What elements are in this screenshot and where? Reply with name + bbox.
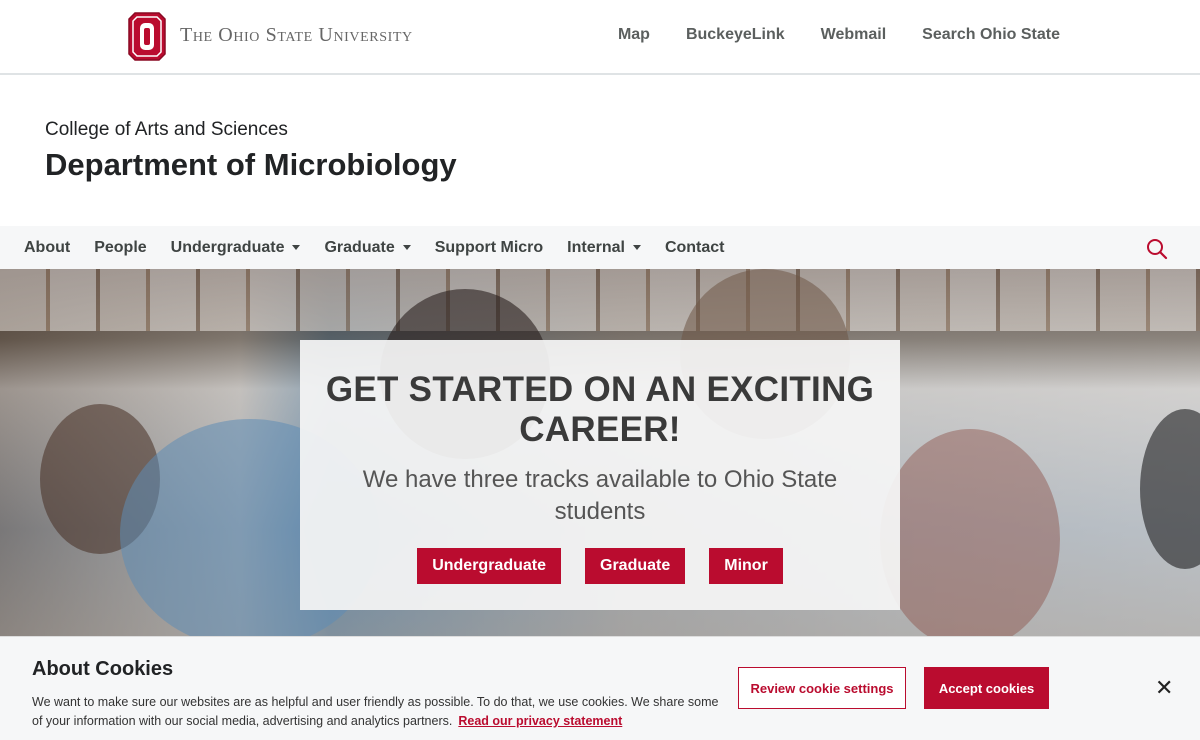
nav-item-label: Undergraduate xyxy=(170,238,285,256)
osu-global-header: The Ohio State University Map BuckeyeLin… xyxy=(0,0,1200,75)
search-ohio-state-link[interactable]: Search Ohio State xyxy=(922,26,1060,44)
hero-card: GET STARTED ON AN EXCITING CAREER! We ha… xyxy=(300,340,900,610)
cookie-description: We want to make sure our websites are as… xyxy=(32,693,732,731)
nav-item-graduate[interactable]: Graduate xyxy=(324,238,411,257)
hero-background-photo xyxy=(0,269,1200,331)
nav-item-label: Internal xyxy=(567,238,625,256)
nav-item-support-micro[interactable]: Support Micro xyxy=(435,239,543,257)
review-cookie-settings-button[interactable]: Review cookie settings xyxy=(738,667,906,709)
nav-item-contact[interactable]: Contact xyxy=(665,239,725,257)
osu-wordmark[interactable]: The Ohio State University xyxy=(180,24,413,47)
graduate-button[interactable]: Graduate xyxy=(585,548,686,584)
nav-item-label: People xyxy=(94,238,147,256)
hero-photo-figure xyxy=(1140,409,1200,569)
hero-title: GET STARTED ON AN EXCITING CAREER! xyxy=(325,370,875,449)
webmail-link[interactable]: Webmail xyxy=(821,26,887,44)
minor-button[interactable]: Minor xyxy=(709,548,783,584)
hero-button-group: Undergraduate Graduate Minor xyxy=(300,548,900,584)
main-navigation: About People Undergraduate Graduate Supp… xyxy=(0,226,1200,269)
college-name[interactable]: College of Arts and Sciences xyxy=(45,119,288,141)
hero-photo-figure xyxy=(880,429,1060,636)
nav-item-undergraduate[interactable]: Undergraduate xyxy=(171,239,301,257)
nav-item-label: About xyxy=(24,238,71,256)
nav-item-label: Graduate xyxy=(324,238,395,256)
search-icon[interactable] xyxy=(1146,238,1168,260)
hero-banner: GET STARTED ON AN EXCITING CAREER! We ha… xyxy=(0,269,1200,636)
nav-item-label: Support Micro xyxy=(434,238,544,256)
chevron-down-icon xyxy=(632,245,641,250)
cookie-title: About Cookies xyxy=(32,658,174,680)
buckeyelink-link[interactable]: BuckeyeLink xyxy=(686,26,785,44)
hero-subtitle: We have three tracks available to Ohio S… xyxy=(362,466,838,525)
nav-item-label: Contact xyxy=(664,238,725,256)
chevron-down-icon xyxy=(292,245,301,250)
site-header: College of Arts and Sciences Department … xyxy=(0,77,1200,225)
undergraduate-button[interactable]: Undergraduate xyxy=(417,548,561,584)
osu-utility-nav: Map BuckeyeLink Webmail Search Ohio Stat… xyxy=(582,26,1060,44)
nav-item-about[interactable]: About xyxy=(24,239,70,257)
cookie-banner: About Cookies We want to make sure our w… xyxy=(0,636,1200,740)
block-o-logo-icon[interactable] xyxy=(127,11,167,62)
nav-item-internal[interactable]: Internal xyxy=(567,239,641,257)
close-icon[interactable]: ✕ xyxy=(1155,675,1173,701)
privacy-statement-link[interactable]: Read our privacy statement xyxy=(458,714,622,728)
chevron-down-icon xyxy=(402,245,411,250)
department-title[interactable]: Department of Microbiology xyxy=(45,147,457,183)
nav-item-people[interactable]: People xyxy=(94,239,146,257)
map-link[interactable]: Map xyxy=(618,26,650,44)
accept-cookies-button[interactable]: Accept cookies xyxy=(924,667,1049,709)
